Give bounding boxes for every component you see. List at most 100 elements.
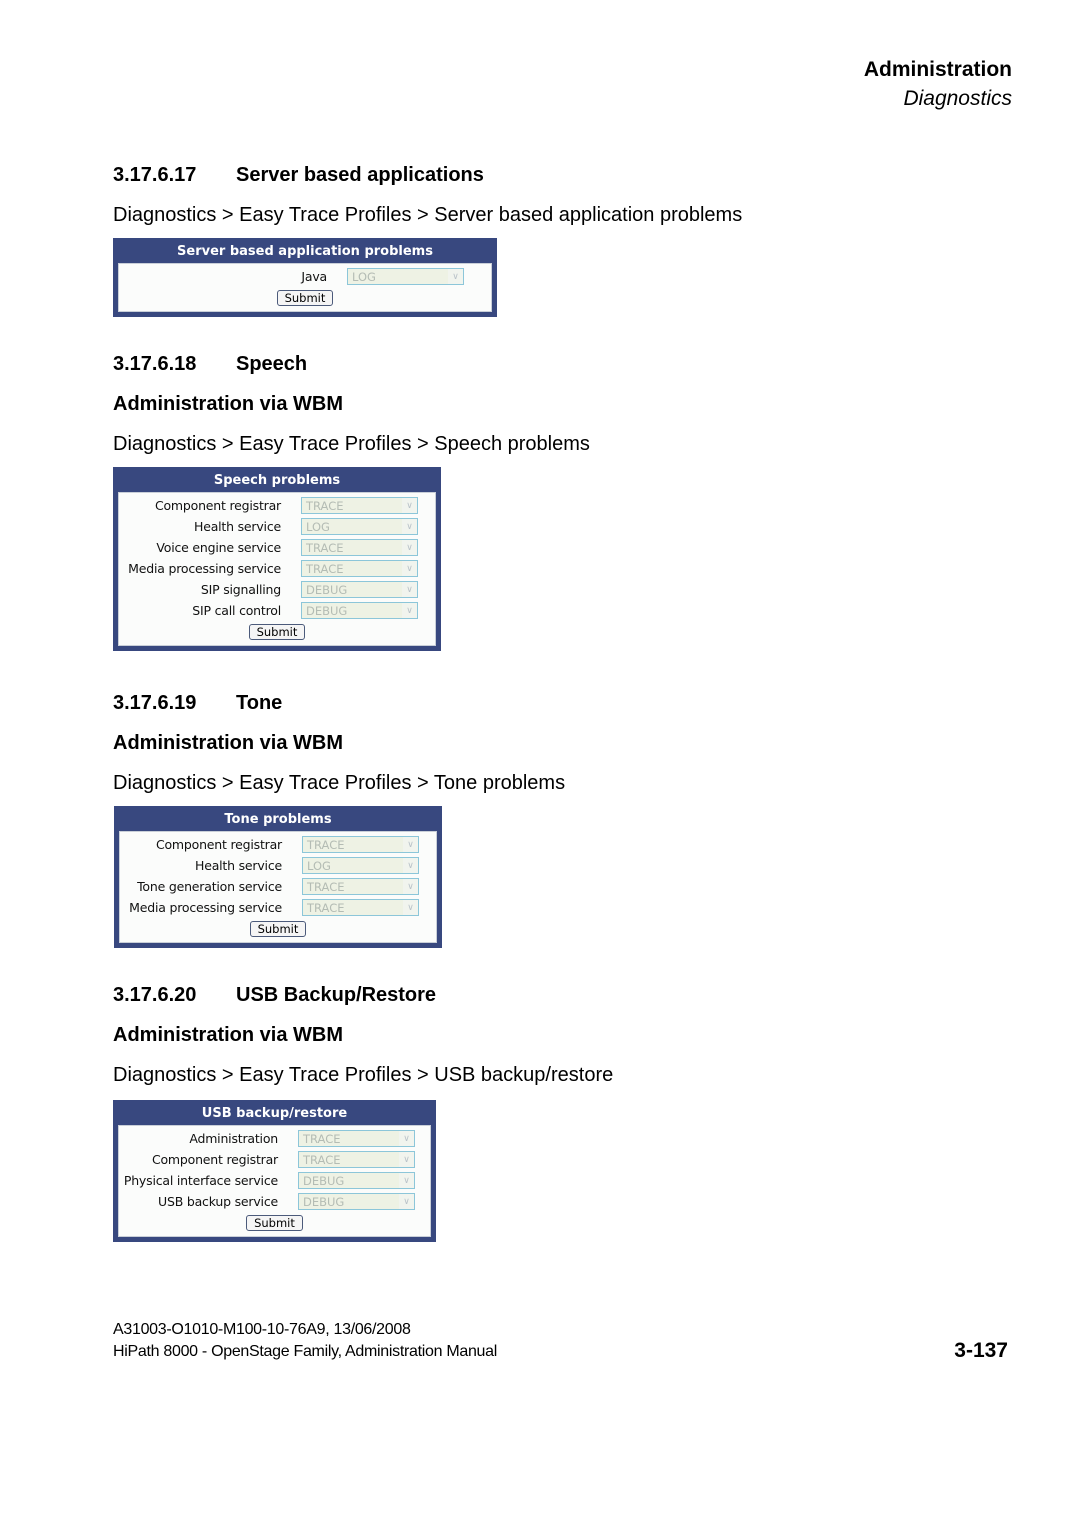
setting-label: SIP call control <box>192 603 281 618</box>
select-value: LOG <box>352 269 376 284</box>
chevron-down-icon[interactable]: ∨ <box>402 561 417 576</box>
chevron-down-icon[interactable]: ∨ <box>399 1152 414 1167</box>
select-value: TRACE <box>307 837 345 852</box>
setting-row: SIP call control DEBUG ∨ <box>119 600 435 621</box>
section-title: Tone <box>236 692 283 714</box>
chevron-down-icon[interactable]: ∨ <box>402 603 417 618</box>
chevron-down-icon[interactable]: ∨ <box>402 540 417 555</box>
subsection-heading: Administration via WBM <box>113 393 344 415</box>
trace-level-select[interactable]: TRACE ∨ <box>298 1130 415 1147</box>
select-value: DEBUG <box>303 1173 345 1188</box>
setting-row: Health service LOG ∨ <box>120 855 436 876</box>
trace-level-select[interactable]: TRACE ∨ <box>302 836 419 853</box>
panel-body: Java LOG ∨ Submit <box>118 263 492 312</box>
panel-title: Speech problems <box>213 473 341 488</box>
trace-level-select[interactable]: TRACE ∨ <box>301 497 418 514</box>
panel-body: Administration TRACE ∨ Component registra… <box>118 1125 431 1237</box>
submit-row: Submit <box>120 918 436 939</box>
chevron-down-icon[interactable]: ∨ <box>403 858 418 873</box>
trace-level-select[interactable]: LOG ∨ <box>301 518 418 535</box>
setting-label: USB backup service <box>158 1194 278 1209</box>
section-number: 3.17.6.19 <box>113 692 197 714</box>
menu-path: Diagnostics > Easy Trace Profiles > Spee… <box>113 433 590 455</box>
setting-row: SIP signalling DEBUG ∨ <box>119 579 435 600</box>
chevron-down-icon[interactable]: ∨ <box>399 1173 414 1188</box>
page-number: 3-137 <box>954 1339 1008 1362</box>
select-value: TRACE <box>306 540 344 555</box>
setting-label: Media processing service <box>129 900 282 915</box>
section-heading: 3.17.6.18 Speech <box>113 353 307 376</box>
chevron-down-icon[interactable]: ∨ <box>403 837 418 852</box>
section-heading: 3.17.6.17 Server based applications <box>113 164 484 187</box>
section-title: Server based applications <box>236 164 484 186</box>
select-value: TRACE <box>307 879 345 894</box>
setting-row: Media processing service TRACE ∨ <box>119 558 435 579</box>
submit-row: Submit <box>119 621 435 642</box>
section-number: 3.17.6.17 <box>113 164 197 186</box>
chevron-down-icon[interactable]: ∨ <box>399 1194 414 1209</box>
setting-row: Component registrar TRACE ∨ <box>119 1149 430 1170</box>
setting-label: Component registrar <box>154 498 281 513</box>
trace-level-select[interactable]: TRACE ∨ <box>301 560 418 577</box>
document-id: A31003-O1010-M100-10-76A9, 13/06/2008 <box>113 1321 411 1338</box>
trace-level-select[interactable]: DEBUG ∨ <box>301 602 418 619</box>
section-title: USB Backup/Restore <box>236 984 437 1006</box>
section-number: 3.17.6.20 <box>113 984 197 1006</box>
setting-label: Tone generation service <box>137 879 282 894</box>
menu-path: Diagnostics > Easy Trace Profiles > Serv… <box>113 204 743 226</box>
panel-body: Component registrar TRACE ∨ Health servic… <box>118 492 436 646</box>
setting-row: Tone generation service TRACE ∨ <box>120 876 436 897</box>
chevron-down-icon[interactable]: ∨ <box>402 498 417 513</box>
panel-title: Server based application problems <box>177 244 433 259</box>
chapter-header: Administration <box>863 58 1012 81</box>
section-heading: 3.17.6.19 Tone <box>113 692 282 715</box>
menu-path: Diagnostics > Easy Trace Profiles > Tone… <box>113 772 566 794</box>
server-apps-panel: Server based application problems Java L… <box>113 238 497 317</box>
chevron-down-icon[interactable]: ∨ <box>448 269 463 284</box>
trace-level-select[interactable]: LOG ∨ <box>302 857 419 874</box>
trace-level-select[interactable]: TRACE ∨ <box>298 1151 415 1168</box>
setting-row: Media processing service TRACE ∨ <box>120 897 436 918</box>
submit-button[interactable]: Submit <box>276 289 334 306</box>
trace-level-select[interactable]: TRACE ∨ <box>302 899 419 916</box>
chevron-down-icon[interactable]: ∨ <box>403 900 418 915</box>
setting-label: Voice engine service <box>156 540 281 555</box>
select-value: DEBUG <box>306 603 348 618</box>
setting-row: Voice engine service TRACE ∨ <box>119 537 435 558</box>
panel-body: Component registrar TRACE ∨ Health servic… <box>119 831 437 943</box>
setting-label: Physical interface service <box>123 1173 278 1188</box>
trace-level-select[interactable]: DEBUG ∨ <box>298 1193 415 1210</box>
menu-path: Diagnostics > Easy Trace Profiles > USB … <box>113 1064 614 1086</box>
setting-row: Java LOG ∨ <box>119 266 491 287</box>
subsection-heading: Administration via WBM <box>113 732 344 754</box>
select-value: LOG <box>306 519 330 534</box>
trace-level-select[interactable]: DEBUG ∨ <box>301 581 418 598</box>
trace-level-select[interactable]: TRACE ∨ <box>301 539 418 556</box>
select-value: TRACE <box>306 561 344 576</box>
setting-row: Health service LOG ∨ <box>119 516 435 537</box>
panel-title: USB backup/restore <box>201 1106 348 1121</box>
setting-row: Physical interface service DEBUG ∨ <box>119 1170 430 1191</box>
section-number: 3.17.6.18 <box>113 353 197 375</box>
chevron-down-icon[interactable]: ∨ <box>399 1131 414 1146</box>
chevron-down-icon[interactable]: ∨ <box>402 582 417 597</box>
submit-button[interactable]: Submit <box>249 920 307 937</box>
submit-button[interactable]: Submit <box>248 623 306 640</box>
submit-button[interactable]: Submit <box>246 1214 303 1231</box>
select-value: TRACE <box>303 1152 341 1167</box>
chevron-down-icon[interactable]: ∨ <box>403 879 418 894</box>
section-title: Speech <box>236 353 308 375</box>
trace-level-select[interactable]: LOG ∨ <box>347 268 464 285</box>
select-value: TRACE <box>307 900 345 915</box>
submit-row: Submit <box>119 287 491 308</box>
select-value: DEBUG <box>303 1194 345 1209</box>
trace-level-select[interactable]: TRACE ∨ <box>302 878 419 895</box>
select-value: TRACE <box>303 1131 341 1146</box>
panel-title: Tone problems <box>224 812 332 827</box>
select-value: DEBUG <box>306 582 348 597</box>
trace-level-select[interactable]: DEBUG ∨ <box>298 1172 415 1189</box>
speech-problems-panel: Speech problems Component registrar TRAC… <box>113 467 441 651</box>
setting-label: Health service <box>194 519 281 534</box>
setting-label: Component registrar <box>155 837 282 852</box>
chevron-down-icon[interactable]: ∨ <box>402 519 417 534</box>
